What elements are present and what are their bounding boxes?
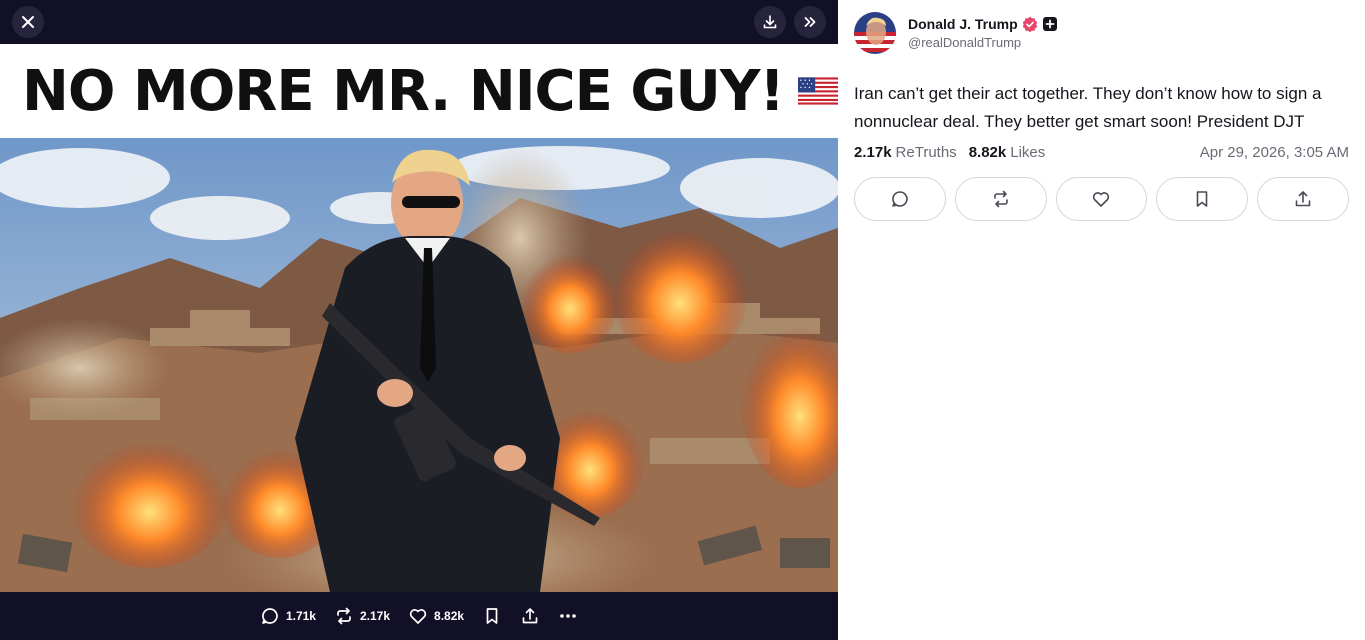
- download-icon: [763, 15, 777, 29]
- like-action[interactable]: 8.82k: [408, 606, 464, 626]
- reply-action[interactable]: 1.71k: [260, 606, 316, 626]
- retruth-button[interactable]: [954, 177, 1047, 221]
- bookmark-icon: [486, 608, 498, 624]
- image-scene: [0, 138, 838, 592]
- viewer-action-bar: 1.71k 2.17k 8.82k: [0, 592, 838, 640]
- share-button[interactable]: [1257, 177, 1349, 221]
- retruth-icon: [337, 607, 351, 625]
- post-author: Donald J. Trump @realDonaldTrump: [854, 12, 1349, 54]
- reply-count: 1.71k: [285, 609, 316, 623]
- bookmark-button[interactable]: [1156, 177, 1249, 221]
- share-action[interactable]: [520, 606, 540, 626]
- expand-panel-button[interactable]: [794, 6, 826, 38]
- retruth-icon: [993, 190, 1008, 208]
- like-button[interactable]: [1055, 177, 1148, 221]
- bookmark-icon: [1196, 191, 1208, 207]
- avatar[interactable]: [854, 12, 896, 54]
- close-icon: [22, 16, 34, 28]
- retruths-label: ReTruths: [895, 144, 957, 161]
- likes-count: 8.82k: [968, 144, 1007, 161]
- retruths-stat[interactable]: 2.17k ReTruths: [854, 144, 957, 161]
- post-action-row: [854, 177, 1349, 221]
- share-icon: [522, 608, 538, 624]
- media-viewer: NO MORE MR. NICE GUY! 1.71k 2.17k 8.82k: [0, 0, 838, 640]
- image-headline: NO MORE MR. NICE GUY!: [22, 58, 785, 124]
- viewer-toolbar: [0, 0, 838, 44]
- us-flag-icon: [797, 77, 838, 105]
- author-handle[interactable]: @realDonaldTrump: [908, 35, 1058, 50]
- verified-badge-icon: [1022, 16, 1037, 32]
- download-button[interactable]: [754, 6, 786, 38]
- more-action[interactable]: [558, 606, 578, 626]
- retruths-count: 2.17k: [854, 144, 892, 161]
- likes-label: Likes: [1010, 144, 1046, 161]
- more-dots-icon: [560, 614, 576, 618]
- post-panel: Donald J. Trump @realDonaldTrump Iran ca…: [838, 0, 1365, 640]
- double-chevron-right-icon: [804, 17, 816, 27]
- post-date[interactable]: Apr 29, 2026, 3:05 AM: [1200, 144, 1349, 161]
- comment-icon: [262, 608, 278, 624]
- like-count: 8.82k: [434, 609, 465, 623]
- post-stats: 2.17k ReTruths 8.82k Likes Apr 29, 2026, 3…: [854, 144, 1349, 161]
- avatar-image: [854, 12, 896, 54]
- post-image: NO MORE MR. NICE GUY!: [0, 44, 838, 592]
- post-text: Iran can’t get their act together. They …: [854, 84, 1322, 131]
- bookmark-action[interactable]: [482, 606, 502, 626]
- scene-illustration: [0, 138, 838, 592]
- plus-badge-icon: [1042, 17, 1057, 31]
- author-name[interactable]: Donald J. Trump: [908, 16, 1018, 32]
- retruth-count: 2.17k: [359, 609, 391, 623]
- heart-icon: [1093, 192, 1110, 207]
- reply-button[interactable]: [854, 177, 946, 221]
- image-headline-band: NO MORE MR. NICE GUY!: [0, 44, 838, 138]
- heart-icon: [409, 609, 427, 624]
- close-button[interactable]: [12, 6, 44, 38]
- comment-icon: [892, 191, 908, 207]
- share-icon: [1295, 191, 1311, 207]
- retruth-action[interactable]: 2.17k: [334, 606, 390, 626]
- likes-stat[interactable]: 8.82k Likes: [969, 144, 1046, 161]
